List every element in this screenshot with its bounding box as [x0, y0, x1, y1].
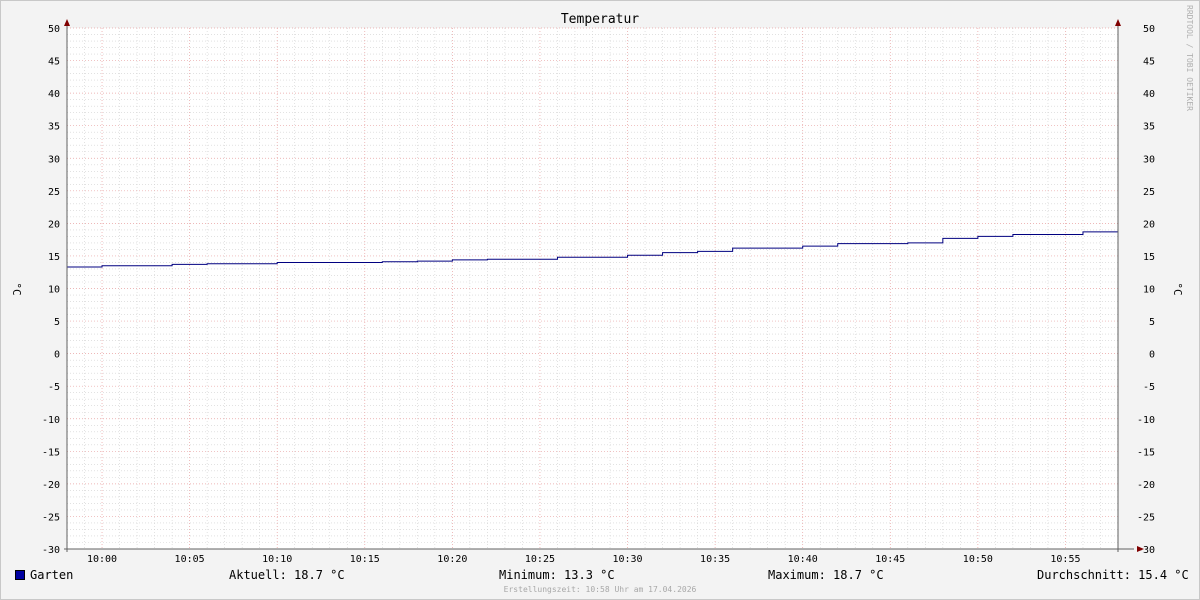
x-tick-label: 10:00: [87, 554, 117, 565]
y-tick-label-left: -25: [42, 512, 60, 523]
y-tick-label-right: 45: [1143, 57, 1155, 68]
y-tick-label-left: 45: [48, 57, 60, 68]
y-tick-label-right: -5: [1143, 382, 1155, 393]
y-tick-label-left: 25: [48, 187, 60, 198]
x-tick-label: 10:40: [788, 554, 818, 565]
y-tick-label-left: -20: [42, 480, 60, 491]
x-tick-label: 10:20: [437, 554, 467, 565]
stat-maximum: Maximum: 18.7 °C: [768, 568, 884, 582]
x-tick-label: 10:55: [1050, 554, 1080, 565]
y-tick-label-right: -25: [1137, 512, 1155, 523]
y-tick-label-right: 25: [1143, 187, 1155, 198]
y-tick-label-left: 50: [48, 24, 60, 35]
x-tick-label: 10:10: [262, 554, 292, 565]
x-tick-label: 10:15: [350, 554, 380, 565]
x-axis-ticks: 10:00 10:05 10:10 10:15 10:20 10:25 10:30 10:35…: [87, 554, 1081, 565]
x-tick-label: 10:35: [700, 554, 730, 565]
y-tick-label-right: -10: [1137, 415, 1155, 426]
y-axis-left-ticks: 50454035302520151050-5-10-15-20-25-30: [42, 24, 60, 556]
y-tick-label-right: 40: [1143, 89, 1155, 100]
y-tick-label-right: 5: [1149, 317, 1155, 328]
y-tick-label-left: 40: [48, 89, 60, 100]
y-axis-label-right: °C: [1171, 282, 1184, 295]
y-tick-label-right: 15: [1143, 252, 1155, 263]
temperature-chart: 50454035302520151050-5-10-15-20-25-30 50…: [10, 5, 1194, 565]
x-tick-label: 10:50: [963, 554, 993, 565]
y-tick-label-right: 0: [1149, 350, 1155, 361]
y-tick-label-left: 35: [48, 122, 60, 133]
y-tick-label-right: 20: [1143, 219, 1155, 230]
x-tick-label: 10:05: [175, 554, 205, 565]
y-tick-label-left: -5: [48, 382, 60, 393]
y-tick-label-right: 35: [1143, 122, 1155, 133]
chart-title: Temperatur: [561, 12, 639, 27]
y-tick-label-left: 0: [54, 350, 60, 361]
legend-series-name: Garten: [30, 568, 74, 582]
y-axis-left-arrow: [64, 19, 70, 26]
stat-minimum: Minimum: 13.3 °C: [499, 568, 615, 582]
y-tick-label-right: -20: [1137, 480, 1155, 491]
y-tick-label-right: 10: [1143, 285, 1155, 296]
y-tick-label-left: 30: [48, 154, 60, 165]
stat-average: Durchschnitt: 15.4 °C: [1037, 568, 1189, 582]
y-tick-label-right: 50: [1143, 24, 1155, 35]
rrdtool-watermark: RRDTOOL / TOBI OETIKER: [1185, 5, 1194, 111]
creation-timestamp: Erstellungszeit: 10:58 Uhr am 17.04.2026: [503, 585, 697, 594]
y-tick-label-left: -30: [42, 545, 60, 556]
y-tick-label-left: 20: [48, 219, 60, 230]
legend-swatch-garten: [15, 570, 25, 580]
y-axis-right-arrow: [1115, 19, 1121, 26]
y-tick-label-right: -15: [1137, 447, 1155, 458]
stat-current: Aktuell: 18.7 °C: [229, 568, 345, 582]
y-axis-label-left: °C: [10, 282, 23, 295]
y-tick-label-left: 10: [48, 285, 60, 296]
y-tick-label-left: -15: [42, 447, 60, 458]
x-tick-label: 10:30: [612, 554, 642, 565]
y-axis-right-ticks: 50454035302520151050-5-10-15-20-25-30: [1137, 24, 1155, 556]
x-tick-label: 10:25: [525, 554, 555, 565]
y-tick-label-left: 5: [54, 317, 60, 328]
y-tick-label-left: 15: [48, 252, 60, 263]
y-tick-label-left: -10: [42, 415, 60, 426]
x-tick-label: 10:45: [875, 554, 905, 565]
y-tick-label-right: 30: [1143, 154, 1155, 165]
